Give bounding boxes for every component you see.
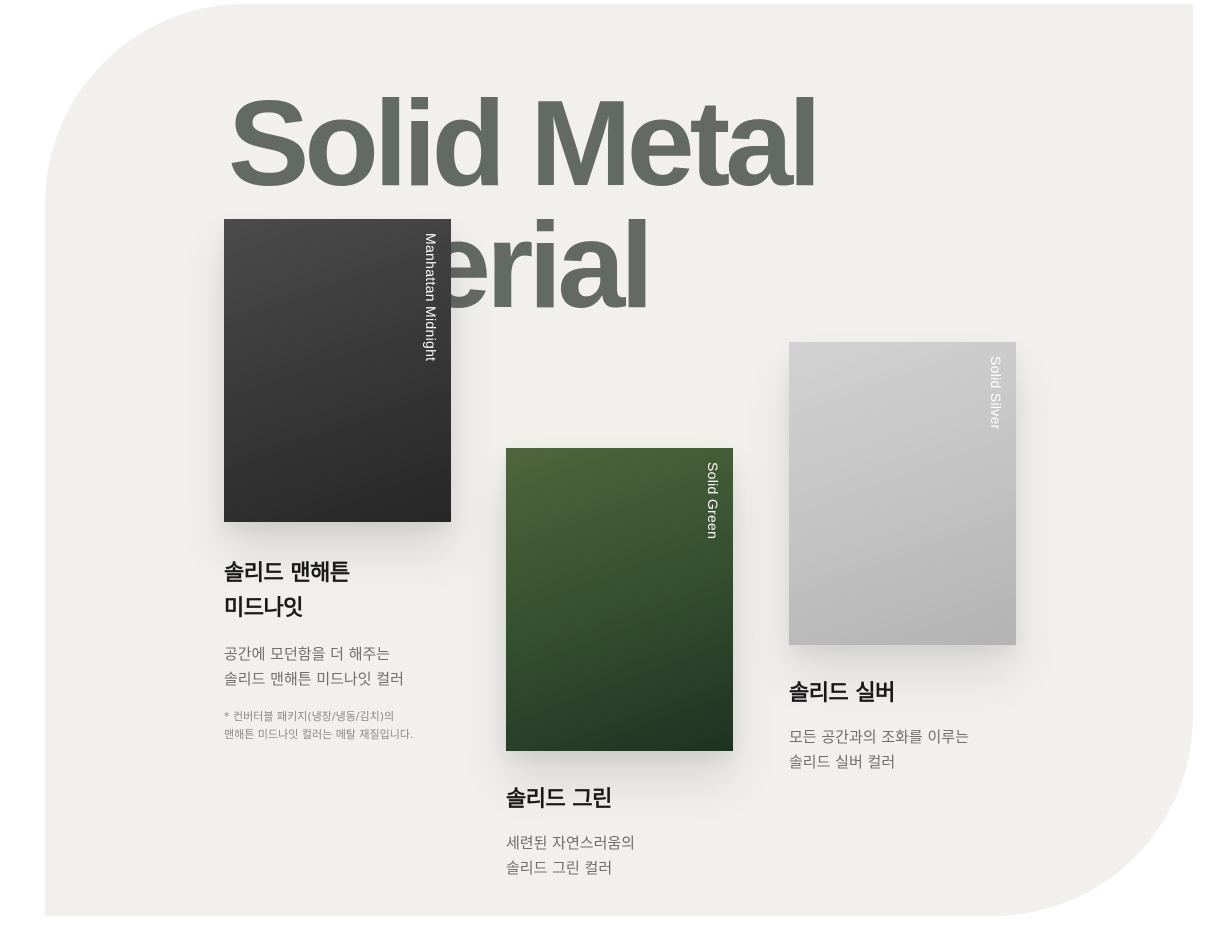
swatch-title: 솔리드 맨해튼 미드나잇: [224, 561, 350, 621]
swatch-description: 공간에 모던함을 더 해주는 솔리드 맨해튼 미드나잇 컬러: [224, 645, 404, 688]
swatch-description: 모든 공간과의 조화를 이루는 솔리드 실버 컬러: [789, 728, 969, 771]
swatch-info-solid-silver: 솔리드 실버 모든 공간과의 조화를 이루는 솔리드 실버 컬러: [789, 676, 1029, 775]
swatch-solid-silver: Solid Silver: [789, 342, 1016, 645]
swatch-english-label: Manhattan Midnight: [423, 233, 439, 362]
swatch-title: 솔리드 그린: [506, 787, 612, 812]
color-showcase-panel: Solid Metal Material Manhattan Midnight …: [45, 4, 1193, 916]
swatch-manhattan-midnight: Manhattan Midnight: [224, 219, 451, 522]
swatch-info-solid-green: 솔리드 그린 세련된 자연스러움의 솔리드 그린 컬러: [506, 782, 746, 881]
swatch-solid-green: Solid Green: [506, 448, 733, 751]
swatch-title: 솔리드 실버: [789, 681, 895, 706]
swatch-footnote: * 컨버터블 패키지(냉장/냉동/김치)의 맨해튼 미드나잇 컬러는 메탈 재질…: [224, 710, 414, 741]
swatch-description: 세련된 자연스러움의 솔리드 그린 컬러: [506, 834, 635, 877]
swatch-english-label: Solid Green: [705, 462, 721, 540]
swatch-english-label: Solid Silver: [988, 356, 1004, 430]
swatch-info-manhattan-midnight: 솔리드 맨해튼 미드나잇 공간에 모던함을 더 해주는 솔리드 맨해튼 미드나잇…: [224, 556, 464, 744]
